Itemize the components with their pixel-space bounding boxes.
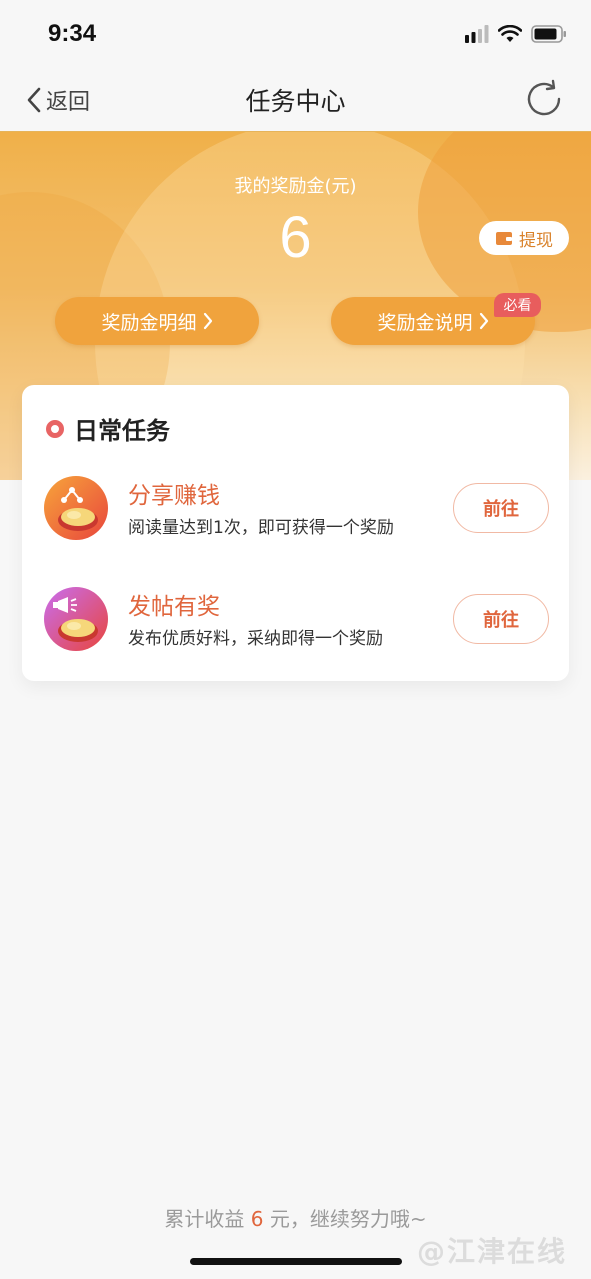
task-item-share: 分享赚钱 阅读量达到1次，即可获得一个奖励 前往 [44, 476, 549, 540]
home-indicator [190, 1258, 402, 1265]
earnings-prefix: 累计收益 [164, 1207, 245, 1231]
back-button[interactable]: 返回 [26, 84, 90, 116]
task-item-post: 发帖有奖 发布优质好料，采纳即得一个奖励 前往 [44, 587, 549, 651]
daily-tasks-title: 日常任务 [74, 417, 170, 445]
reward-label: 我的奖励金(元) [234, 176, 357, 197]
title-dot-icon [46, 419, 64, 438]
task-name: 发帖有奖 [128, 594, 220, 620]
withdraw-button[interactable]: 提现 [479, 221, 569, 255]
wallet-icon [496, 232, 512, 245]
megaphone-coin-icon [44, 587, 108, 651]
go-button-post[interactable]: 前往 [453, 594, 549, 644]
battery-icon [531, 25, 566, 43]
share-coin-icon [44, 476, 108, 540]
reward-detail-button[interactable]: 奖励金明细 [55, 297, 259, 345]
refresh-icon [527, 79, 561, 116]
chevron-right-icon [203, 312, 212, 330]
daily-tasks-card: 日常任务 分享赚钱 阅读量达到1次，即可获得一个奖励 前往 发帖有奖 发布优质好… [22, 385, 569, 681]
task-description: 发布优质好料，采纳即得一个奖励 [128, 629, 383, 649]
watermark: @江津在线 [416, 1235, 567, 1268]
cumulative-earnings-text: 累计收益 6 元，继续努力哦~ [0, 1203, 591, 1232]
go-button-share[interactable]: 前往 [453, 483, 549, 533]
cellular-signal-icon [465, 25, 489, 43]
refresh-button[interactable] [523, 78, 565, 120]
reward-detail-label: 奖励金明细 [101, 311, 197, 334]
withdraw-label: 提现 [519, 230, 553, 251]
earnings-amount: 6 [250, 1207, 264, 1231]
earnings-suffix: 元，继续努力哦~ [269, 1207, 427, 1231]
status-time: 9:34 [48, 20, 97, 47]
navigation-bar: 返回 任务中心 [0, 66, 591, 132]
must-see-badge: 必看 [494, 293, 541, 317]
back-label: 返回 [46, 90, 91, 115]
task-description: 阅读量达到1次，即可获得一个奖励 [128, 518, 394, 538]
status-icons [465, 25, 567, 43]
chevron-right-icon [479, 312, 488, 330]
daily-tasks-header: 日常任务 [46, 411, 170, 446]
wifi-icon [498, 25, 522, 42]
status-bar: 9:34 [0, 0, 591, 66]
reward-explain-label: 奖励金说明 [377, 311, 473, 334]
task-name: 分享赚钱 [128, 483, 220, 509]
chevron-left-icon [27, 87, 41, 113]
